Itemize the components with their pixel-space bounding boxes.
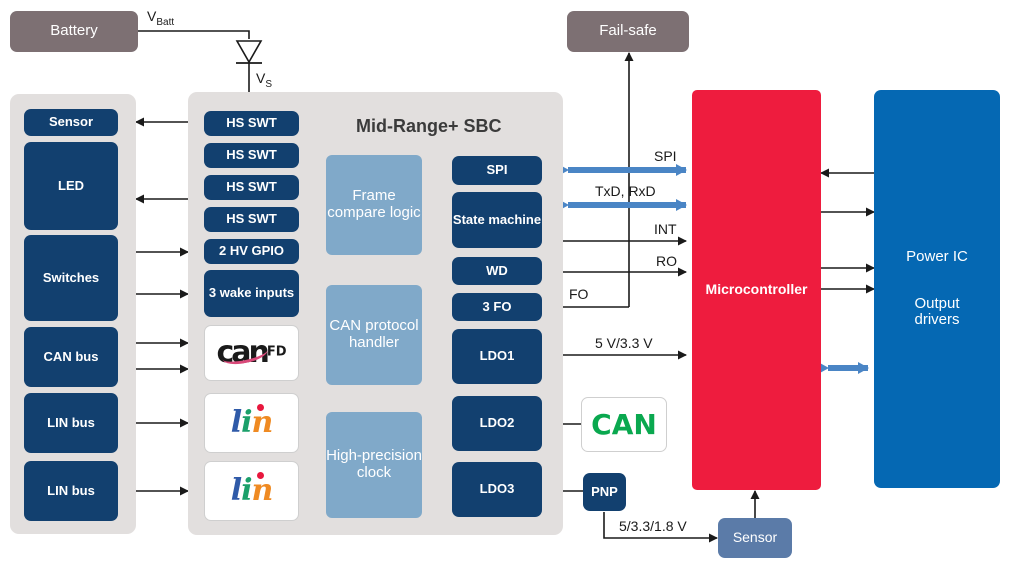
signal-label-5v-3v3: 5 V/3.3 V [595, 335, 653, 351]
sbc-function-spi: SPI [452, 156, 542, 185]
microcontroller-block: Microcontroller [692, 90, 821, 490]
lin-letter-i: i [241, 405, 252, 441]
sbc-logic-high-precision-clock: High-precision clock [326, 412, 422, 518]
sbc-logic-can-protocol-handler: CAN protocol handler [326, 285, 422, 385]
signal-label-5-3v3-1v8: 5/3.3/1.8 V [619, 518, 687, 534]
vs-label: VS [256, 70, 273, 90]
sbc-input-lin-logo-2: lin [204, 461, 299, 521]
load-block-lin-bus-1: LIN bus [24, 393, 118, 453]
signal-label-fo: FO [569, 286, 589, 302]
sbc-function-ldo2: LDO2 [452, 396, 542, 451]
sbc-input-can-fd-logo: canFD [204, 325, 299, 381]
signal-label-spi: SPI [654, 148, 677, 164]
sbc-input-hs-swt-3: HS SWT [204, 175, 299, 200]
load-block-sensor: Sensor [24, 109, 118, 136]
output-drivers-label: Output drivers [914, 294, 960, 329]
sbc-input-hs-swt-2: HS SWT [204, 143, 299, 168]
can-logo-label: CAN [591, 407, 657, 441]
signal-label-int: INT [654, 221, 677, 237]
fail-safe-label: Fail-safe [599, 22, 657, 40]
sbc-title: Mid-Range+ SBC [356, 116, 502, 136]
sbc-input-hs-swt-4: HS SWT [204, 207, 299, 232]
sbc-input-hs-swt-1: HS SWT [204, 111, 299, 136]
vbatt-label: VBatt [147, 8, 175, 28]
sensor-block: Sensor [718, 518, 792, 558]
signal-label-ro: RO [656, 253, 677, 269]
pnp-transistor-block: PNP [583, 473, 626, 511]
lin-letter-i: i [241, 473, 252, 509]
load-block-lin-bus-2: LIN bus [24, 461, 118, 521]
sbc-function-fo: 3 FO [452, 293, 542, 321]
sbc-input-lin-logo-1: lin [204, 393, 299, 453]
sbc-function-ldo3: LDO3 [452, 462, 542, 517]
sbc-input-wake-inputs: 3 wake inputs [204, 270, 299, 317]
load-block-switches: Switches [24, 235, 118, 321]
microcontroller-label: Microcontroller [705, 281, 808, 298]
power-ic-label: Power IC [906, 247, 968, 265]
canfd-suffix: FD [266, 344, 287, 360]
lin-dot-icon [256, 472, 264, 480]
sbc-function-wd: WD [452, 257, 542, 285]
block-diagram-canvas: Battery VBatt VS Fail-safe Sensor LED Sw… [0, 0, 1010, 568]
sbc-input-hv-gpio: 2 HV GPIO [204, 239, 299, 264]
lin-letter-l: l [230, 405, 242, 441]
power-ic-block: Power IC Output drivers [874, 90, 1000, 488]
battery-block: Battery [10, 11, 138, 52]
lin-letter-l: l [230, 473, 242, 509]
load-block-can-bus: CAN bus [24, 327, 118, 387]
can-transceiver-block: CAN [581, 397, 667, 452]
fail-safe-block: Fail-safe [567, 11, 689, 52]
sbc-function-state-machine: State machine [452, 192, 542, 248]
signal-label-txd-rxd: TxD, RxD [595, 183, 656, 199]
sbc-function-ldo1: LDO1 [452, 329, 542, 384]
battery-label: Battery [50, 22, 98, 40]
sbc-logic-frame-compare: Frame compare logic [326, 155, 422, 255]
lin-dot-icon [256, 404, 264, 412]
load-block-led: LED [24, 142, 118, 230]
